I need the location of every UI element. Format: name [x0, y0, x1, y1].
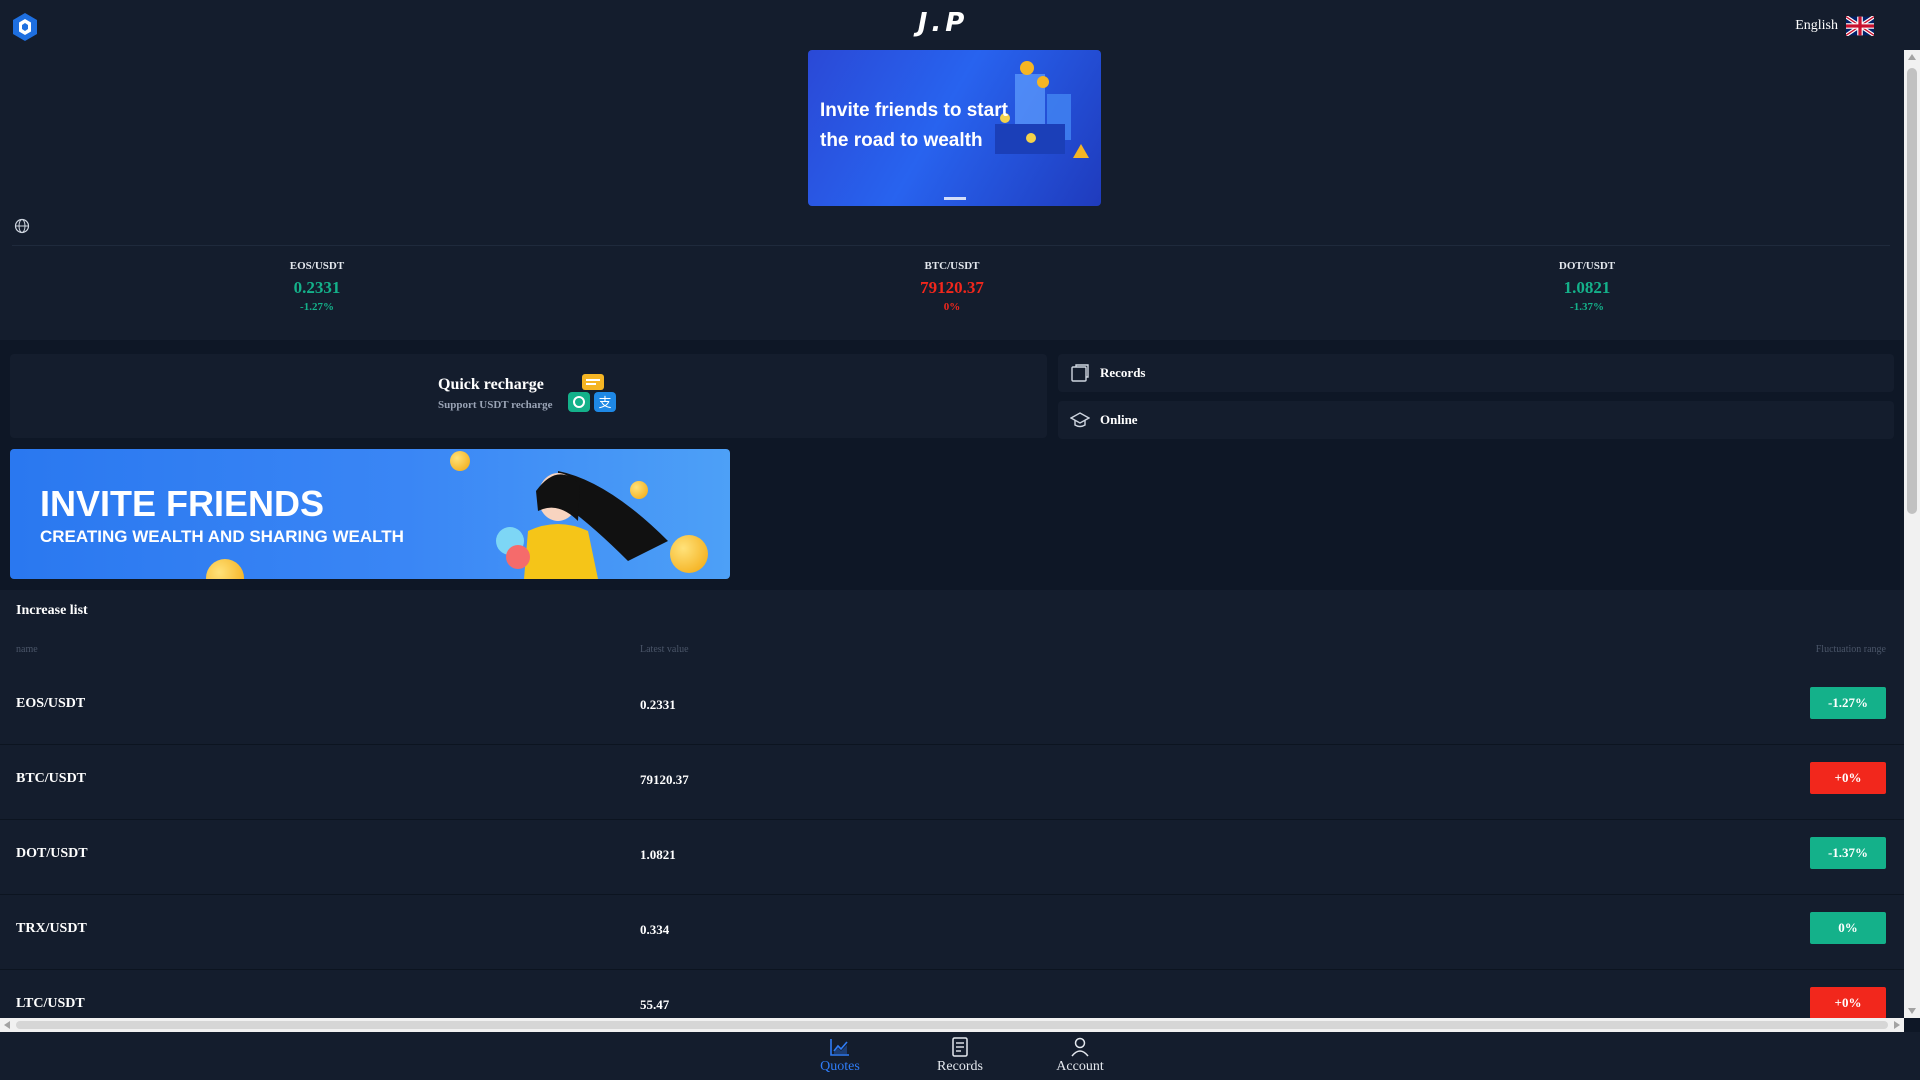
scroll-left-arrow[interactable]: [4, 1021, 10, 1029]
top-bar: J.P English: [0, 0, 1920, 50]
nav-quotes[interactable]: Quotes: [800, 1036, 880, 1075]
increase-list-header: Increase list: [0, 590, 1904, 634]
header-divider: [12, 245, 1890, 246]
row-name: BTC/USDT: [16, 771, 87, 786]
banner-text-line2: the road to wealth: [820, 130, 983, 151]
quick-recharge-title: Quick recharge: [438, 376, 544, 393]
ticker-price: 79120.37: [920, 278, 984, 297]
increase-list-table: EOS/USDT 0.2331 -1.27% BTC/USDT 79120.37…: [0, 670, 1904, 1018]
nav-records-label: Records: [937, 1059, 983, 1074]
banner-text-line1: Invite friends to start: [820, 100, 1008, 121]
scroll-down-arrow[interactable]: [1908, 1008, 1916, 1014]
change-badge: -1.27%: [1810, 687, 1886, 719]
svg-text:支: 支: [598, 396, 611, 411]
scroll-up-arrow[interactable]: [1908, 54, 1916, 60]
uk-flag-icon: [1846, 16, 1874, 36]
change-badge: 0%: [1810, 912, 1886, 944]
ticker-price: 1.0821: [1563, 278, 1611, 297]
change-badge: +0%: [1810, 762, 1886, 794]
graduation-cap-icon: [1070, 412, 1090, 428]
row-value: 55.47: [640, 997, 670, 1012]
increase-list-title: Increase list: [16, 603, 88, 618]
records-menu-item[interactable]: Records: [1058, 354, 1894, 392]
row-name: EOS/USDT: [16, 696, 86, 711]
col-latest: Latest value: [640, 644, 689, 655]
table-row[interactable]: TRX/USDT 0.334 0%: [0, 895, 1904, 970]
table-row[interactable]: LTC/USDT 55.47 +0%: [0, 970, 1904, 1018]
language-selector[interactable]: English: [1795, 16, 1874, 36]
row-value: 0.2331: [640, 697, 676, 712]
horizontal-scrollbar[interactable]: [0, 1018, 1904, 1032]
wallet-chat-icon: 支: [568, 374, 616, 412]
document-icon: [952, 1037, 968, 1057]
ticker-change: -1.37%: [1570, 301, 1604, 313]
table-row[interactable]: DOT/USDT 1.0821 -1.37%: [0, 820, 1904, 895]
scroll-thumb[interactable]: [16, 1021, 1888, 1029]
row-value: 1.0821: [640, 847, 676, 862]
ticker-change: -1.27%: [300, 301, 334, 313]
nav-records[interactable]: Records: [920, 1036, 1000, 1075]
row-name: LTC/USDT: [16, 996, 85, 1011]
nav-account[interactable]: Account: [1040, 1036, 1120, 1075]
invite-subline: CREATING WEALTH AND SHARING WEALTH: [40, 527, 404, 546]
ticker-change: 0%: [943, 301, 961, 313]
vertical-scrollbar[interactable]: [1904, 50, 1920, 1018]
scroll-thumb[interactable]: [1907, 68, 1917, 514]
bottom-navigation: Quotes Records Account: [0, 1032, 1920, 1080]
row-name: TRX/USDT: [16, 921, 87, 936]
row-name: DOT/USDT: [16, 846, 88, 861]
change-badge: -1.37%: [1810, 837, 1886, 869]
table-header: name Latest value Fluctuation range: [0, 634, 1904, 670]
brand-title: J.P: [917, 8, 969, 38]
ticker-pair: DOT/USDT: [1558, 260, 1616, 272]
banner-carousel[interactable]: Invite friends to start the road to weal…: [808, 50, 1101, 206]
invite-friends-banner[interactable]: INVITE FRIENDS CREATING WEALTH AND SHARI…: [10, 449, 730, 579]
online-label: Online: [1100, 412, 1138, 427]
coin-decoration: [206, 559, 244, 579]
records-label: Records: [1100, 365, 1146, 380]
table-row[interactable]: EOS/USDT 0.2331 -1.27%: [0, 670, 1904, 745]
row-value: 79120.37: [640, 772, 689, 787]
scroll-right-arrow[interactable]: [1894, 1021, 1900, 1029]
ticker-dot[interactable]: DOT/USDT 1.0821 -1.37%: [1487, 260, 1687, 313]
col-name: name: [16, 644, 38, 655]
change-badge: +0%: [1810, 987, 1886, 1018]
records-icon: [1071, 364, 1089, 382]
online-menu-item[interactable]: Online: [1058, 401, 1894, 439]
row-value: 0.334: [640, 922, 670, 937]
nav-quotes-label: Quotes: [820, 1059, 860, 1074]
nav-account-label: Account: [1056, 1059, 1104, 1074]
girl-illustration: [496, 471, 668, 579]
coin-decoration: [450, 451, 470, 471]
ticker-price: 0.2331: [293, 278, 341, 297]
table-row[interactable]: BTC/USDT 79120.37 +0%: [0, 745, 1904, 820]
chart-icon: [830, 1039, 849, 1056]
quick-recharge-subtitle: Support USDT recharge: [438, 399, 553, 411]
ticker-btc[interactable]: BTC/USDT 79120.37 0%: [852, 260, 1052, 313]
language-label: English: [1795, 18, 1838, 33]
col-range: Fluctuation range: [1815, 644, 1886, 655]
globe-icon[interactable]: [14, 218, 30, 234]
quick-recharge-card[interactable]: Quick recharge Support USDT recharge 支: [10, 354, 1047, 438]
invite-headline: INVITE FRIENDS: [40, 483, 325, 524]
ticker-pair: EOS/USDT: [289, 260, 345, 272]
ticker-strip: EOS/USDT 0.2331 -1.27% BTC/USDT 79120.37…: [0, 260, 1904, 325]
ticker-pair: BTC/USDT: [924, 260, 980, 272]
carousel-indicator[interactable]: [944, 197, 966, 200]
user-icon: [1071, 1037, 1089, 1057]
ticker-eos[interactable]: EOS/USDT 0.2331 -1.27%: [217, 260, 417, 313]
